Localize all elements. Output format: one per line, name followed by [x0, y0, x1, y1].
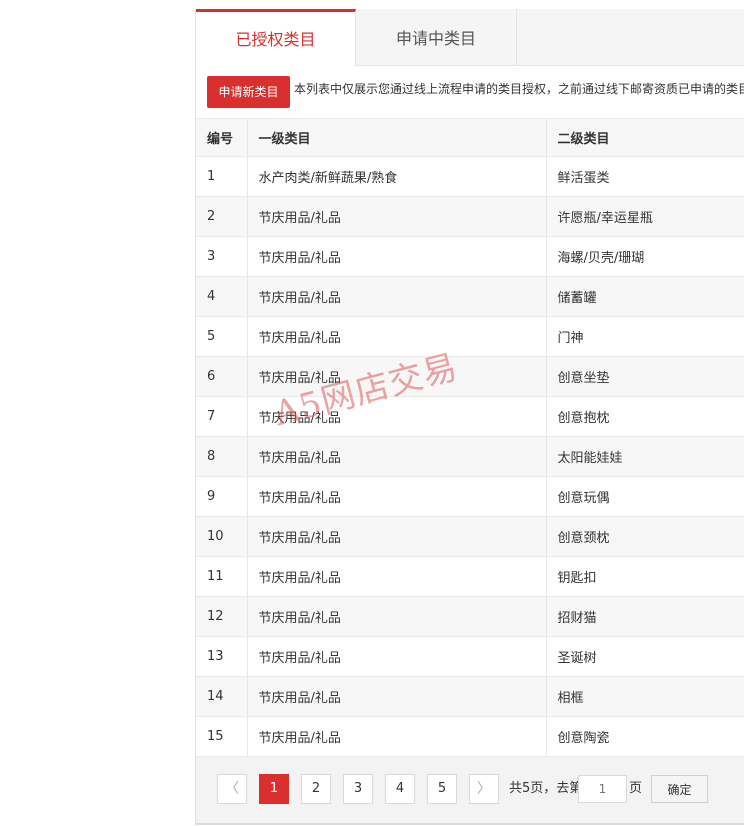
- cell-level2-category: 创意颈枕: [546, 516, 744, 557]
- cell-level2-category: 太阳能娃娃: [546, 436, 744, 477]
- apply-new-category-button[interactable]: 申请新类目: [207, 76, 290, 108]
- cell-number: 8: [196, 436, 248, 477]
- cell-level2-category: 储蓄罐: [546, 276, 744, 317]
- cell-level2-category: 许愿瓶/幸运星瓶: [546, 196, 744, 237]
- confirm-goto-button[interactable]: 确定: [651, 775, 708, 803]
- next-page-button[interactable]: 〉: [469, 774, 499, 804]
- cell-number: 9: [196, 476, 248, 517]
- toolbar: 申请新类目 本列表中仅展示您通过线上流程申请的类目授权，之前通过线下邮寄资质已申…: [196, 66, 744, 119]
- cell-level1-category: 节庆用品/礼品: [247, 396, 547, 437]
- goto-page-input[interactable]: [578, 775, 627, 803]
- cell-number: 14: [196, 676, 248, 717]
- table-row: 10 节庆用品/礼品 创意颈枕: [196, 516, 744, 557]
- header-number: 编号: [196, 119, 248, 157]
- cell-level1-category: 节庆用品/礼品: [247, 676, 547, 717]
- cell-level2-category: 创意坐垫: [546, 356, 744, 397]
- cell-level2-category: 钥匙扣: [546, 556, 744, 597]
- page-button-1[interactable]: 1: [259, 774, 289, 804]
- header-level2-category: 二级类目: [546, 119, 744, 157]
- cell-number: 3: [196, 236, 248, 277]
- tab-pending-categories[interactable]: 申请中类目: [356, 9, 517, 65]
- table-row: 14 节庆用品/礼品 相框: [196, 676, 744, 717]
- cell-number: 2: [196, 196, 248, 237]
- header-level1-category: 一级类目: [247, 119, 547, 157]
- cell-level1-category: 水产肉类/新鲜蔬果/熟食: [247, 156, 547, 197]
- cell-number: 7: [196, 396, 248, 437]
- cell-level2-category: 创意玩偶: [546, 476, 744, 517]
- cell-level1-category: 节庆用品/礼品: [247, 316, 547, 357]
- cell-level1-category: 节庆用品/礼品: [247, 356, 547, 397]
- page-button-3[interactable]: 3: [343, 774, 373, 804]
- table-row: 4 节庆用品/礼品 储蓄罐: [196, 276, 744, 317]
- cell-level2-category: 相框: [546, 676, 744, 717]
- table-row: 7 节庆用品/礼品 创意抱枕: [196, 396, 744, 437]
- cell-level1-category: 节庆用品/礼品: [247, 636, 547, 677]
- cell-level2-category: 创意抱枕: [546, 396, 744, 437]
- cell-level1-category: 节庆用品/礼品: [247, 476, 547, 517]
- table-row: 15 节庆用品/礼品 创意陶瓷: [196, 716, 744, 757]
- pagination: 〈 1 2 3 4 5 〉 共5页，去第 页 确定: [196, 757, 744, 823]
- cell-number: 12: [196, 596, 248, 637]
- chevron-left-icon: 〈: [225, 781, 239, 797]
- page-button-4[interactable]: 4: [385, 774, 415, 804]
- cell-number: 13: [196, 636, 248, 677]
- cell-level2-category: 招财猫: [546, 596, 744, 637]
- table-header-row: 编号 一级类目 二级类目: [196, 119, 744, 157]
- cell-level1-category: 节庆用品/礼品: [247, 236, 547, 277]
- page-unit-text: 页: [629, 781, 643, 796]
- notice-text: 本列表中仅展示您通过线上流程申请的类目授权，之前通过线下邮寄资质已申请的类目: [294, 82, 744, 96]
- table-row: 5 节庆用品/礼品 门神: [196, 316, 744, 357]
- page-button-5[interactable]: 5: [427, 774, 457, 804]
- cell-level2-category: 鲜活蛋类: [546, 156, 744, 197]
- cell-level1-category: 节庆用品/礼品: [247, 716, 547, 757]
- cell-level1-category: 节庆用品/礼品: [247, 556, 547, 597]
- cell-level1-category: 节庆用品/礼品: [247, 596, 547, 637]
- cell-level2-category: 圣诞树: [546, 636, 744, 677]
- cell-level1-category: 节庆用品/礼品: [247, 436, 547, 477]
- cell-level2-category: 门神: [546, 316, 744, 357]
- table-row: 6 节庆用品/礼品 创意坐垫: [196, 356, 744, 397]
- table-row: 9 节庆用品/礼品 创意玩偶: [196, 476, 744, 517]
- table-row: 3 节庆用品/礼品 海螺/贝壳/珊瑚: [196, 236, 744, 277]
- cell-number: 10: [196, 516, 248, 557]
- cell-level1-category: 节庆用品/礼品: [247, 196, 547, 237]
- table-row: 11 节庆用品/礼品 钥匙扣: [196, 556, 744, 597]
- tab-bar: 已授权类目 申请中类目: [196, 9, 744, 66]
- total-pages-text: 共5页，去第: [509, 781, 583, 796]
- table-row: 2 节庆用品/礼品 许愿瓶/幸运星瓶: [196, 196, 744, 237]
- cell-number: 5: [196, 316, 248, 357]
- table-row: 1 水产肉类/新鲜蔬果/熟食 鲜活蛋类: [196, 156, 744, 197]
- cell-level1-category: 节庆用品/礼品: [247, 516, 547, 557]
- cell-number: 11: [196, 556, 248, 597]
- prev-page-button[interactable]: 〈: [217, 774, 247, 804]
- cell-level2-category: 海螺/贝壳/珊瑚: [546, 236, 744, 277]
- cell-number: 15: [196, 716, 248, 757]
- table-body: 1 水产肉类/新鲜蔬果/熟食 鲜活蛋类 2 节庆用品/礼品 许愿瓶/幸运星瓶 3 节庆用品/礼…: [196, 156, 744, 757]
- table-row: 12 节庆用品/礼品 招财猫: [196, 596, 744, 637]
- page-button-2[interactable]: 2: [301, 774, 331, 804]
- table-row: 8 节庆用品/礼品 太阳能娃娃: [196, 436, 744, 477]
- cell-number: 1: [196, 156, 248, 197]
- cell-level1-category: 节庆用品/礼品: [247, 276, 547, 317]
- cell-level2-category: 创意陶瓷: [546, 716, 744, 757]
- chevron-right-icon: 〉: [477, 781, 491, 797]
- category-panel: 已授权类目 申请中类目 申请新类目 本列表中仅展示您通过线上流程申请的类目授权，…: [195, 9, 744, 825]
- cell-number: 4: [196, 276, 248, 317]
- tab-authorized-categories[interactable]: 已授权类目: [196, 9, 356, 66]
- cell-number: 6: [196, 356, 248, 397]
- table-row: 13 节庆用品/礼品 圣诞树: [196, 636, 744, 677]
- category-table: 编号 一级类目 二级类目 1 水产肉类/新鲜蔬果/熟食 鲜活蛋类 2 节庆用品/礼品 许愿…: [196, 119, 744, 757]
